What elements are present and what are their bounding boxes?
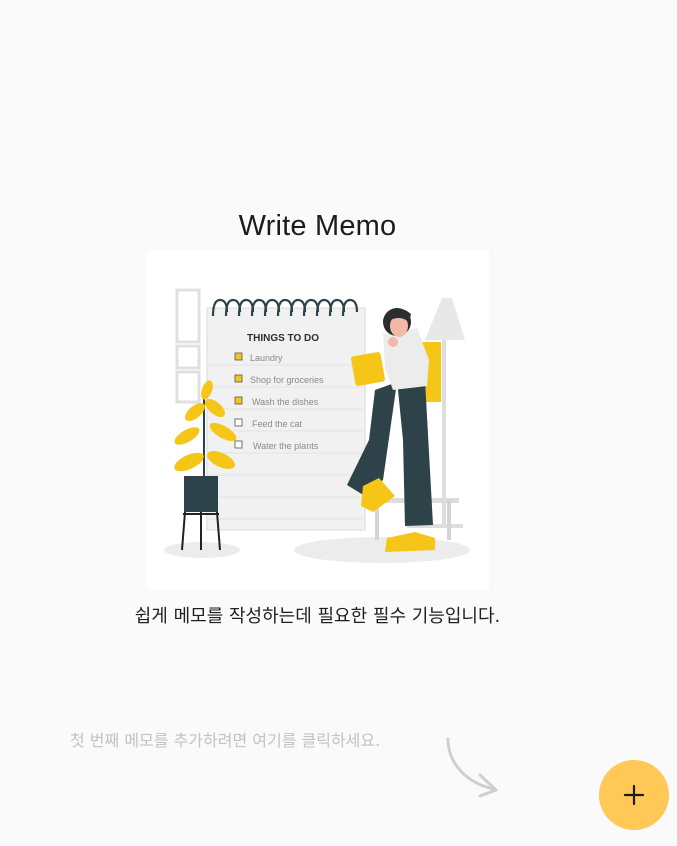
page-subtitle: 쉽게 메모를 작성하는데 필요한 필수 기능입니다. xyxy=(134,606,501,627)
curved-arrow-icon xyxy=(446,737,498,798)
page-title: Write Memo xyxy=(238,210,397,242)
todo-item-label: Laundry xyxy=(250,353,283,363)
plus-icon xyxy=(623,784,645,806)
todo-item-label: Wash the dishes xyxy=(252,397,319,407)
todo-heading: THINGS TO DO xyxy=(247,333,319,344)
todo-item-label: Shop for groceries xyxy=(250,375,324,385)
add-memo-button[interactable] xyxy=(599,760,669,830)
todo-item-label: Water the plants xyxy=(253,441,319,451)
empty-state-hint: 첫 번째 메모를 추가하려면 여기를 클릭하세요. xyxy=(70,731,381,750)
memo-illustration: THINGS TO DO Laundry Shop for groceries … xyxy=(147,250,489,590)
todo-item-label: Feed the cat xyxy=(252,419,303,429)
